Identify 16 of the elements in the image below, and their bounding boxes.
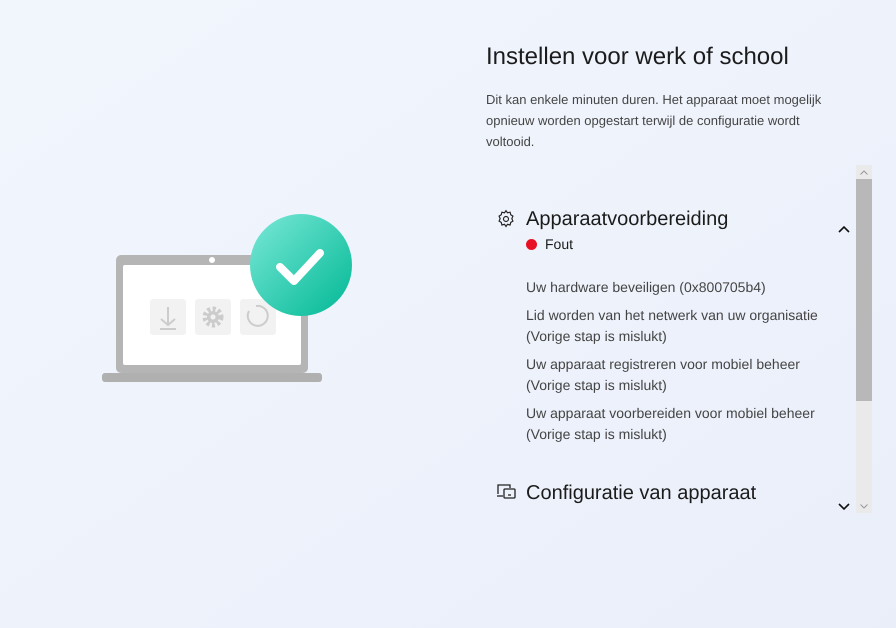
scrollbar-thumb[interactable] (856, 179, 872, 401)
step-text: Uw apparaat registreren voor mobiel beheer (526, 355, 801, 374)
scrollbar[interactable] (856, 165, 872, 513)
step-text: Lid worden van het netwerk van uw organisatie (526, 306, 819, 325)
step-text: Uw hardware beveiligen (0x800705b4) (526, 278, 767, 297)
step-note: (Vorige stap is mislukt) (526, 425, 668, 444)
section-title: Apparaatvoorbereiding (526, 207, 728, 232)
step-note: (Vorige stap is mislukt) (526, 376, 668, 395)
description-text: Dit kan enkele minuten duren. Het apparaat moet mogelijk opnieuw worden opgestart terwijl de configuratie wordt voltooid. (486, 91, 822, 151)
step-text: Uw apparaat voorbereiden voor mobiel beheer (526, 404, 816, 423)
page-title: Instellen voor werk of school (486, 42, 790, 72)
step-note: (Vorige stap is mislukt) (526, 327, 668, 346)
gear-icon (496, 209, 516, 229)
status-text: Fout (545, 235, 574, 254)
devices-icon (496, 483, 516, 501)
section-title: Configuratie van apparaat (526, 481, 756, 506)
